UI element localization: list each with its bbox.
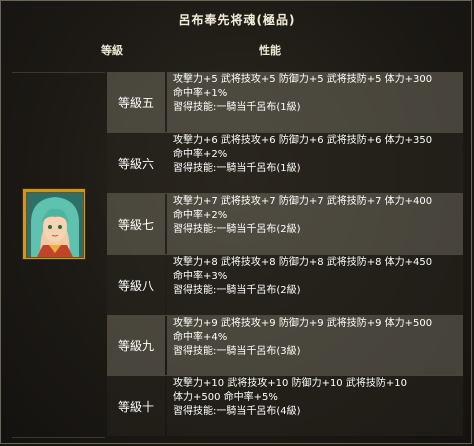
stat-line: 攻撃力+5 武将技攻+5 防御力+5 武将技防+5 体力+300 <box>173 74 433 85</box>
level-label: 等級五 <box>107 72 165 132</box>
level-label: 等級七 <box>107 194 165 254</box>
stat-line: 攻撃力+7 武将技攻+7 防御力+7 武将技防+7 体力+400 <box>173 196 433 207</box>
level-label: 等級六 <box>107 133 165 193</box>
portrait-art <box>27 193 83 257</box>
stats-cell: 攻撃力+7 武将技攻+7 防御力+7 武将技防+7 体力+400 命中率+2% 習得… <box>167 194 463 254</box>
stat-line: 攻撃力+8 武将技攻+8 防御力+8 武将技防+8 体力+450 <box>173 257 433 268</box>
stats-cell: 攻撃力+5 武将技攻+5 防御力+5 武将技防+5 体力+300 命中率+1% 習得… <box>167 72 463 132</box>
stat-line: 命中率+3% <box>173 271 228 282</box>
stat-line: 習得技能:一騎当千呂布(1級) <box>173 102 301 113</box>
row-divider <box>107 375 463 376</box>
panel-title: 呂布奉先将魂(極品) <box>178 13 296 27</box>
stat-line: 習得技能:一騎当千呂布(2級) <box>173 285 301 296</box>
stat-line: 習得技能:一騎当千呂布(1級) <box>173 163 301 174</box>
stats-cell: 攻撃力+6 武将技攻+6 防御力+6 武将技防+6 体力+350 命中率+2% 習得… <box>167 133 463 193</box>
row-divider <box>107 193 463 194</box>
stat-line: 攻撃力+6 武将技攻+6 防御力+6 武将技防+6 体力+350 <box>173 135 433 146</box>
level-column-header: 等級 <box>101 44 123 57</box>
stat-line: 命中率+4% <box>173 332 228 343</box>
stat-line: 命中率+2% <box>173 210 228 221</box>
stat-line: 習得技能:一騎当千呂布(2級) <box>173 224 301 235</box>
level-label: 等級八 <box>107 255 165 315</box>
stat-line: 習得技能:一騎当千呂布(4級) <box>173 406 301 417</box>
level-label: 等級九 <box>107 316 165 375</box>
item-info-panel: 呂布奉先将魂(極品) 等級 性能 等級五 攻撃力+5 武将技攻+5 防御力+5 武… <box>0 0 472 444</box>
stat-line: 攻撃力+9 武将技攻+9 防御力+9 武将技防+9 体力+500 <box>173 318 433 329</box>
stat-line: 体力+500 命中率+5% <box>173 392 278 403</box>
stats-cell: 攻撃力+10 武将技攻+10 防御力+10 武将技防+10 体力+500 命中率+… <box>167 376 463 436</box>
stats-cell: 攻撃力+9 武将技攻+9 防御力+9 武将技防+9 体力+500 命中率+4% 習得… <box>167 316 463 375</box>
level-label: 等級十 <box>107 376 165 436</box>
stat-line: 命中率+2% <box>173 149 228 160</box>
row-divider <box>107 254 463 255</box>
stat-line: 攻撃力+10 武将技攻+10 防御力+10 武将技防+10 <box>173 378 407 389</box>
character-portrait-icon <box>22 188 86 260</box>
stats-cell: 攻撃力+8 武将技攻+8 防御力+8 武将技防+8 体力+450 命中率+3% 習得… <box>167 255 463 315</box>
stat-line: 命中率+1% <box>173 88 228 99</box>
stats-column-header: 性能 <box>259 44 281 57</box>
row-divider <box>107 315 463 316</box>
row-divider <box>107 132 463 133</box>
stat-line: 習得技能:一騎当千呂布(3級) <box>173 346 301 357</box>
